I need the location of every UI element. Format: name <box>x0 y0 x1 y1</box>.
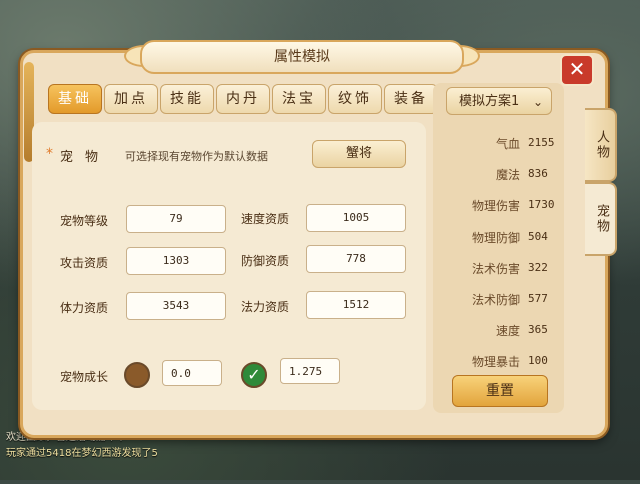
stat-name: 法术防御 <box>471 293 520 307</box>
stat-value: 504 <box>528 230 548 243</box>
side-tab-pet[interactable]: 宠物 <box>585 182 617 256</box>
tab-treasure[interactable]: 法宝 <box>272 84 326 114</box>
growth-value-input-2[interactable]: 1.275 <box>280 358 340 384</box>
stat-value: 2155 <box>528 136 555 149</box>
stamina-label: 体力资质 <box>60 301 109 315</box>
required-star-icon: * <box>46 146 53 162</box>
level-input[interactable]: 79 <box>126 205 226 233</box>
defense-input[interactable]: 778 <box>306 245 406 273</box>
pet-select-button[interactable]: 蟹将 <box>312 140 406 168</box>
speed-label: 速度资质 <box>241 212 290 226</box>
stat-value: 577 <box>528 292 548 305</box>
stamina-input[interactable]: 3543 <box>126 292 226 320</box>
stat-name: 速度 <box>495 324 520 338</box>
defense-label: 防御资质 <box>241 254 290 268</box>
growth-radio-unchecked[interactable] <box>124 362 150 388</box>
tab-equipment[interactable]: 装备 <box>384 84 438 114</box>
stat-name: 物理伤害 <box>471 199 520 213</box>
chat-line: 玩家通过5418在梦幻西游发现了5 <box>6 448 158 459</box>
stat-value: 322 <box>528 261 548 274</box>
stat-name: 魔法 <box>495 168 520 182</box>
stat-value: 836 <box>528 167 548 180</box>
stat-name: 物理防御 <box>471 231 520 245</box>
level-label: 宠物等级 <box>60 214 109 228</box>
tab-points[interactable]: 加点 <box>104 84 158 114</box>
chevron-down-icon: ⌄ <box>532 95 543 109</box>
attack-input[interactable]: 1303 <box>126 247 226 275</box>
scheme-dropdown[interactable]: 模拟方案1 ⌄ <box>446 87 552 115</box>
stat-name: 物理暴击 <box>471 355 520 369</box>
scheme-label: 模拟方案1 <box>459 94 520 109</box>
mana-input[interactable]: 1512 <box>306 291 406 319</box>
attack-label: 攻击资质 <box>60 256 109 270</box>
growth-label: 宠物成长 <box>60 370 109 384</box>
stat-name: 法术伤害 <box>471 262 520 276</box>
pet-label: 宠物 <box>60 150 111 165</box>
tab-skills[interactable]: 技能 <box>160 84 214 114</box>
checkmark-icon[interactable]: ✓ <box>241 362 267 388</box>
reset-button[interactable]: 重置 <box>452 375 548 407</box>
stat-value: 365 <box>528 323 548 336</box>
stat-value: 1730 <box>528 198 555 211</box>
tab-ornament[interactable]: 纹饰 <box>328 84 382 114</box>
tab-inner-pill[interactable]: 内丹 <box>216 84 270 114</box>
stat-value: 100 <box>528 354 548 367</box>
pet-hint: 可选择现有宠物作为默认数据 <box>125 150 268 163</box>
window-title: 属性模拟 <box>140 40 464 74</box>
growth-value-input[interactable]: 0.0 <box>162 360 222 386</box>
stat-name: 气血 <box>495 137 520 151</box>
speed-input[interactable]: 1005 <box>306 204 406 232</box>
mana-label: 法力资质 <box>241 300 290 314</box>
tab-basic[interactable]: 基础 <box>48 84 102 114</box>
side-tab-character[interactable]: 人物 <box>585 108 617 182</box>
close-button[interactable]: ✕ <box>560 54 594 86</box>
